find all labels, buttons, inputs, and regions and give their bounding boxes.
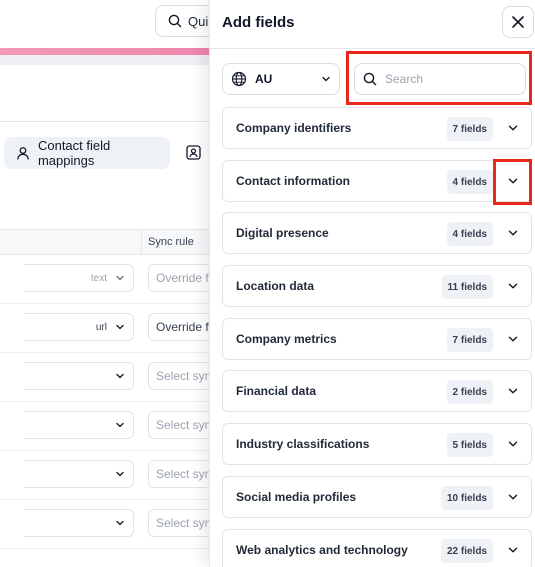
sync-rule-value: Select sync [156, 516, 210, 530]
person-icon [17, 147, 29, 160]
chevron-down-icon[interactable] [507, 280, 519, 292]
table-row: url Override fr [0, 304, 210, 353]
section-industry-classifications[interactable]: Industry classifications 5 fields [222, 423, 532, 465]
sync-rule-select[interactable]: Override fr [148, 313, 210, 341]
sync-rule-value: Select sync [156, 467, 210, 481]
sync-rule-select[interactable]: Select sync [148, 411, 210, 439]
field-count-badge: 22 fields [440, 539, 493, 563]
section-title: Digital presence [236, 226, 329, 240]
quick-search-label: Qui [188, 13, 209, 29]
field-type-select[interactable] [24, 460, 134, 488]
section-company-metrics[interactable]: Company metrics 7 fields [222, 318, 532, 360]
tab-label: Contact field mappings [37, 138, 111, 168]
close-icon [512, 16, 524, 28]
section-contact-information[interactable]: Contact information 4 fields [222, 160, 532, 202]
table-row: Select sync [0, 500, 210, 549]
section-digital-presence[interactable]: Digital presence 4 fields [222, 212, 532, 254]
field-count-badge: 4 fields [446, 222, 493, 246]
field-count-badge: 2 fields [446, 380, 493, 404]
table-row: Select sync [0, 451, 210, 500]
chevron-down-icon[interactable] [507, 491, 519, 503]
contact-card-icon[interactable] [186, 145, 201, 160]
section-title: Company metrics [236, 332, 337, 346]
field-count-badge: 5 fields [446, 433, 493, 457]
search-icon [168, 14, 182, 28]
divider-band [0, 55, 210, 65]
section-title: Company identifiers [236, 121, 352, 135]
chevron-down-icon [116, 373, 124, 379]
sync-rule-value: Select sync [156, 418, 210, 432]
section-title: Web analytics and technology [236, 543, 408, 557]
field-type-select[interactable]: url [24, 313, 134, 341]
field-count-badge: 7 fields [446, 328, 493, 352]
globe-icon [231, 71, 247, 87]
sync-rule-value: Override fr [156, 320, 210, 334]
chevron-down-icon [116, 275, 124, 281]
panel-divider [210, 48, 535, 49]
table-row: Select sync [0, 353, 210, 402]
chevron-down-icon [116, 324, 124, 330]
table-row: text Override fr [0, 255, 210, 304]
tab-contact-field-mappings[interactable]: Contact field mappings [4, 137, 170, 169]
sync-rule-value: Override fr [156, 271, 210, 285]
chevron-down-icon [116, 422, 124, 428]
close-button[interactable] [502, 6, 534, 38]
field-count-badge: 11 fields [441, 275, 493, 299]
section-web-analytics-and-technology[interactable]: Web analytics and technology 22 fields [222, 529, 532, 567]
sync-rule-select[interactable]: Select sync [148, 362, 210, 390]
section-social-media-profiles[interactable]: Social media profiles 10 fields [222, 476, 532, 518]
chevron-down-icon[interactable] [507, 438, 519, 450]
sync-rule-value: Select sync [156, 369, 210, 383]
panel-title: Add fields [222, 14, 295, 31]
section-location-data[interactable]: Location data 11 fields [222, 265, 532, 307]
field-type-select[interactable] [24, 411, 134, 439]
field-count-badge: 10 fields [440, 486, 493, 510]
sync-rule-select[interactable]: Override fr [148, 264, 210, 292]
section-title: Industry classifications [236, 437, 370, 451]
chevron-down-icon[interactable] [507, 227, 519, 239]
chevron-down-icon [116, 471, 124, 477]
chevron-down-icon [322, 76, 330, 82]
field-type-select[interactable] [24, 362, 134, 390]
search-highlight-annotation [346, 51, 532, 105]
top-bar: Qui [0, 0, 210, 48]
progress-accent-bar [0, 48, 210, 55]
table-row: Select sync [0, 402, 210, 451]
field-type-value: url [95, 321, 107, 333]
field-count-badge: 7 fields [446, 117, 493, 141]
quick-search-button[interactable]: Qui [155, 5, 210, 37]
section-title: Social media profiles [236, 490, 357, 504]
column-separator [141, 229, 142, 255]
chevron-highlight-annotation [493, 159, 532, 205]
sync-rule-select[interactable]: Select sync [148, 509, 210, 537]
section-company-identifiers[interactable]: Company identifiers 7 fields [222, 107, 532, 149]
field-type-value: text [90, 272, 107, 284]
chevron-down-icon[interactable] [507, 333, 519, 345]
add-fields-panel: Add fields AU Company identifiers 7 fiel… [209, 0, 535, 567]
section-title: Financial data [236, 384, 317, 398]
field-count-badge: 4 fields [446, 170, 493, 194]
chevron-down-icon[interactable] [507, 122, 519, 134]
chevron-down-icon[interactable] [507, 385, 519, 397]
section-title: Location data [236, 279, 315, 293]
sync-rule-header: Sync rule [148, 236, 194, 248]
sync-rule-select[interactable]: Select sync [148, 460, 210, 488]
field-type-select[interactable] [24, 509, 134, 537]
background-app: Qui Contact field mappings Sync rule tex… [0, 0, 210, 567]
chevron-down-icon [116, 520, 124, 526]
section-financial-data[interactable]: Financial data 2 fields [222, 370, 532, 412]
country-value: AU [255, 72, 273, 86]
divider [0, 121, 210, 122]
section-title: Contact information [236, 174, 350, 188]
country-select[interactable]: AU [222, 63, 340, 95]
chevron-down-icon[interactable] [507, 544, 519, 556]
field-type-select[interactable]: text [24, 264, 134, 292]
